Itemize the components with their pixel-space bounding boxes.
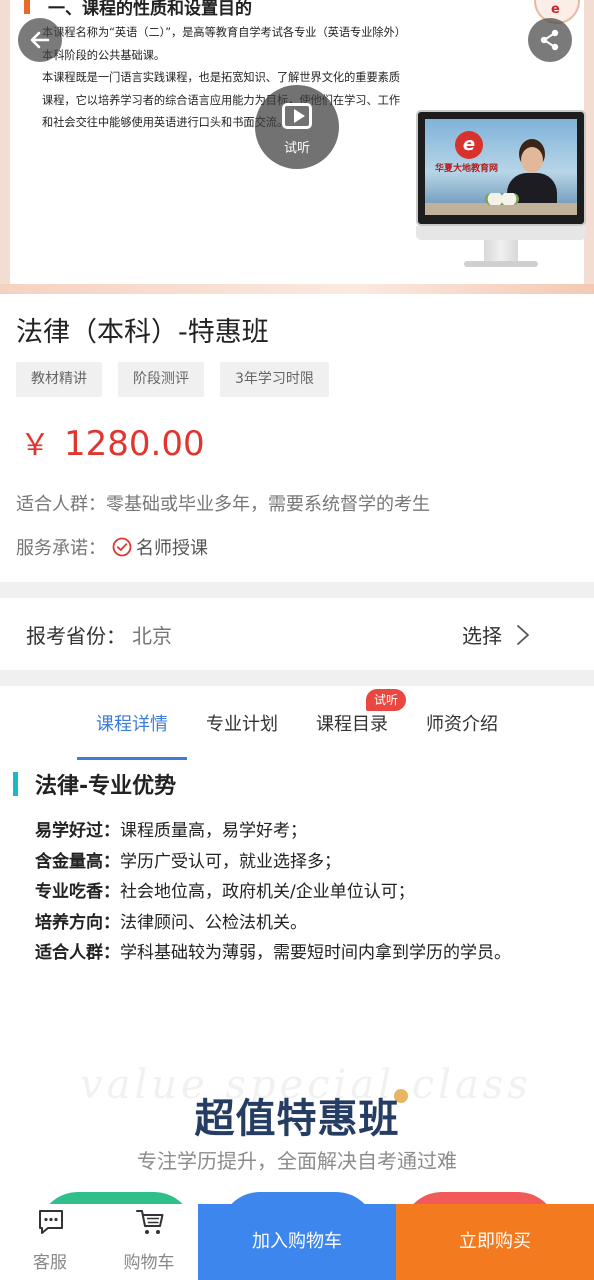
price-value: 1280.00 [64, 424, 205, 464]
section-title: 法律-专业优势 [35, 774, 177, 799]
list-item: 易学好过：课程质量高，易学好考； [35, 821, 307, 841]
preview-play-button[interactable]: 试听 [255, 85, 339, 169]
back-button[interactable] [18, 18, 62, 62]
feature-tag: 3年学习时限 [220, 362, 329, 397]
share-button[interactable] [528, 18, 572, 62]
site-name: 华夏大地教育网 [435, 164, 499, 174]
add-to-cart-button[interactable]: 加入购物车 [198, 1204, 396, 1280]
preview-label: 试听 [283, 141, 310, 156]
price: ￥ 1280.00 [20, 420, 205, 464]
currency-symbol: ￥ [20, 428, 50, 463]
section-divider [0, 670, 594, 686]
preview-badge: 试听 [366, 689, 407, 711]
tab-course-details[interactable]: 课程详情 [96, 710, 168, 736]
slide-text: 本课程名称为“英语（二）”，是高等教育自学考试各专业（英语专业除外）本科阶段的公… [42, 22, 402, 135]
slide-heading-mark [24, 0, 30, 14]
shopping-cart-label: 购物车 [123, 1253, 175, 1273]
tab-teachers[interactable]: 师资介绍 [426, 710, 498, 736]
section-divider [0, 582, 594, 598]
province-label: 报考省份： [26, 624, 126, 648]
feature-tag: 阶段测评 [118, 362, 204, 397]
course-title: 法律（本科）-特惠班 [16, 317, 269, 348]
service-value: 名师授课 [136, 538, 208, 559]
detail-tabs: 课程详情 专业计划 课程目录 师资介绍 试听 [0, 686, 594, 760]
slide-paragraph: 本课程既是一门语言实践课程，也是拓宽知识、了解世界文化的重要素质课程，它以培养学… [42, 71, 401, 129]
list-item: 含金量高：学历广受认可，就业选择多； [35, 851, 341, 872]
slide-paragraph: 本课程名称为“英语（二）”，是高等教育自学考试各专业（英语专业除外）本科阶段的公… [42, 26, 401, 62]
chevron-right-icon [517, 624, 529, 645]
active-tab-indicator [77, 757, 187, 760]
bottom-action-bar: 客服 购物车 加入购物车 立即购买 [0, 1204, 594, 1280]
list-item: 专业吃香：社会地位高，政府机关/企业单位认可； [35, 882, 415, 902]
promo-subtitle: 专注学历提升，全面解决自考通过难 [137, 1149, 457, 1173]
banner-frame [0, 284, 594, 294]
share-icon [540, 29, 559, 51]
feature-tags: 教材精讲 阶段测评 3年学习时限 [16, 362, 329, 397]
province-select-button[interactable]: 选择 [462, 620, 530, 649]
buy-now-button[interactable]: 立即购买 [396, 1204, 594, 1280]
shopping-cart-button[interactable]: 购物车 [104, 1204, 194, 1280]
service-promise: 服务承诺： 名师授课 [16, 534, 208, 560]
tab-course-catalog[interactable]: 课程目录 [316, 710, 388, 736]
list-item: 培养方向：法律顾问、公检法机关。 [35, 912, 307, 933]
section-accent-bar [13, 772, 18, 796]
feature-tag: 教材精讲 [16, 362, 102, 397]
back-arrow-icon [30, 31, 50, 49]
advantage-list: 易学好过：课程质量高，易学好考； 含金量高：学历广受认可，就业选择多； 专业吃香… [35, 816, 511, 969]
monitor-illustration: e 华夏大地教育网 [416, 110, 586, 270]
customer-service-button[interactable]: 客服 [5, 1204, 95, 1280]
province-value: 北京 [132, 624, 172, 648]
list-item: 适合人群：学科基础较为薄弱，需要短时间内拿到学历的学员。 [35, 943, 511, 963]
customer-service-label: 客服 [33, 1253, 67, 1273]
cart-icon [136, 1210, 164, 1234]
check-circle-icon [112, 537, 132, 557]
play-icon [282, 103, 312, 129]
chat-icon [39, 1210, 63, 1234]
province-selector[interactable]: 报考省份： 北京 选择 [0, 598, 594, 670]
promo-title: 超值特惠班 [194, 1096, 400, 1142]
select-label: 选择 [462, 624, 502, 648]
slide-heading: 一、课程的性质和设置目的 [48, 0, 252, 19]
tab-major-plan[interactable]: 专业计划 [206, 710, 278, 736]
site-logo: e [455, 131, 483, 159]
service-label: 服务承诺： [16, 538, 106, 559]
target-audience: 适合人群：零基础或毕业多年，需要系统督学的考生 [16, 494, 430, 515]
course-video-banner[interactable]: 一、课程的性质和设置目的 e 本课程名称为“英语（二）”，是高等教育自学考试各专… [0, 0, 594, 294]
